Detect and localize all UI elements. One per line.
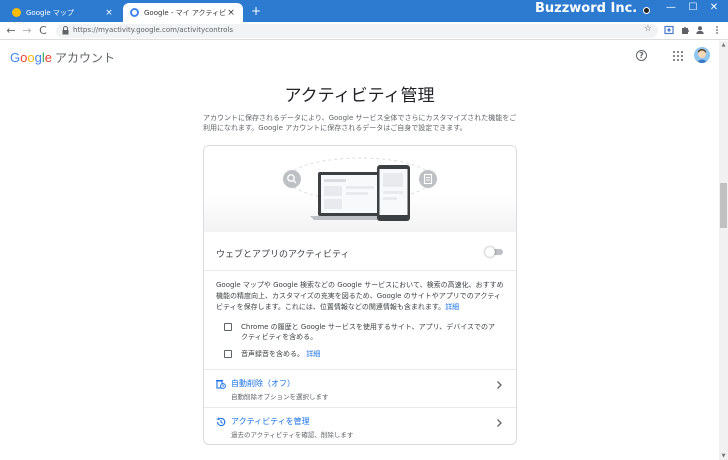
bookmark-star-icon[interactable]: ☆ <box>644 24 652 34</box>
manage-activity-row[interactable]: アクティビティを管理 過去のアクティビティを確認、削除します <box>204 408 516 444</box>
tab-google-maps[interactable]: Google マップ × <box>5 3 121 22</box>
account-wordmark: アカウント <box>54 51 115 65</box>
vertical-scrollbar[interactable]: ▲ ▼ <box>719 41 728 460</box>
voice-audio-checkbox[interactable] <box>224 350 232 358</box>
new-tab-button[interactable]: + <box>249 4 263 18</box>
description-text: Google マップや Google 検索などの Google サービスにおいて… <box>216 281 504 311</box>
google-account-logo[interactable]: Google アカウント <box>10 49 115 66</box>
auto-delete-link[interactable]: 自動削除（オフ） <box>231 378 295 389</box>
auto-delete-row[interactable]: 自動削除（オフ） 自動削除オプションを選択します <box>204 370 516 406</box>
browser-toolbar: ← → C https://myactivity.google.com/acti… <box>0 22 728 40</box>
record-icon <box>643 7 650 14</box>
scroll-up-icon[interactable]: ▲ <box>719 42 728 48</box>
tab-title: Google - マイ アクティビティ <box>144 8 226 17</box>
scroll-down-icon[interactable]: ▼ <box>719 453 728 459</box>
tab-close-icon[interactable]: × <box>226 8 236 18</box>
setting-title: ウェブとアプリのアクティビティ <box>216 250 350 260</box>
lock-icon <box>62 26 69 35</box>
address-bar[interactable]: https://myactivity.google.com/activityco… <box>56 24 658 38</box>
voice-details-link[interactable]: 詳細 <box>306 350 320 358</box>
avatar[interactable] <box>694 47 710 63</box>
url-text: https://myactivity.google.com/activityco… <box>73 26 234 34</box>
divider <box>204 270 516 271</box>
minimize-button[interactable]: — <box>664 2 678 13</box>
back-button[interactable]: ← <box>5 24 17 37</box>
chrome-history-checkbox[interactable] <box>224 323 232 331</box>
reload-button[interactable]: C <box>37 24 49 37</box>
extensions-puzzle-icon[interactable] <box>680 25 690 35</box>
chevron-right-icon[interactable] <box>495 380 503 390</box>
checkbox-label: 音声録音を含める。 詳細 <box>241 349 501 359</box>
apps-grid-icon[interactable] <box>673 51 683 61</box>
close-window-button[interactable]: ✕ <box>707 2 721 13</box>
voice-label-text: 音声録音を含める。 <box>241 350 304 358</box>
google-wordmark: Google <box>10 50 52 65</box>
maps-favicon-icon <box>12 8 21 17</box>
intro-text: アカウントに保存されるデータにより、Google サービス全体でさらにカスタマイ… <box>203 114 517 132</box>
account-header: Google アカウント ? <box>0 41 718 71</box>
chevron-right-icon[interactable] <box>495 418 503 428</box>
auto-delete-icon <box>216 379 226 389</box>
menu-kebab-icon[interactable] <box>712 25 722 35</box>
tab-title: Google マップ <box>26 8 74 17</box>
activity-illustration <box>204 146 516 232</box>
tab-close-icon[interactable]: × <box>104 8 114 18</box>
forward-button[interactable]: → <box>21 24 33 37</box>
maximize-button[interactable]: ☐ <box>686 2 700 13</box>
manage-activity-link[interactable]: アクティビティを管理 <box>231 416 310 427</box>
auto-delete-subtitle: 自動削除オプションを選択します <box>231 393 329 401</box>
extension-screenshot-icon[interactable] <box>664 25 674 35</box>
profile-icon[interactable] <box>695 25 705 35</box>
google-favicon-icon <box>130 8 139 17</box>
history-icon <box>216 417 226 427</box>
page-title: アクティビティ管理 <box>284 86 435 106</box>
avatar-face-icon <box>696 49 708 63</box>
browser-titlebar: Google マップ × Google - マイ アクティビティ × + Buz… <box>0 0 728 22</box>
devices-illustration-icon <box>283 157 437 221</box>
toggle-knob <box>485 247 495 257</box>
manage-activity-subtitle: 過去のアクティビティを確認、削除します <box>231 431 354 439</box>
scrollbar-thumb[interactable] <box>720 183 727 228</box>
brand-overlay: Buzzword Inc. <box>535 1 638 16</box>
tab-my-activity[interactable]: Google - マイ アクティビティ × <box>123 3 243 22</box>
description-details-link[interactable]: 詳細 <box>445 303 459 311</box>
help-icon[interactable]: ? <box>636 50 647 61</box>
setting-description: Google マップや Google 検索などの Google サービスにおいて… <box>216 280 506 313</box>
checkbox-label: Chrome の履歴と Google サービスを使用するサイト、アプリ、デバイス… <box>241 323 496 341</box>
activity-toggle[interactable] <box>485 247 503 257</box>
web-app-activity-card: ウェブとアプリのアクティビティ Google マップや Google 検索などの… <box>203 145 517 445</box>
